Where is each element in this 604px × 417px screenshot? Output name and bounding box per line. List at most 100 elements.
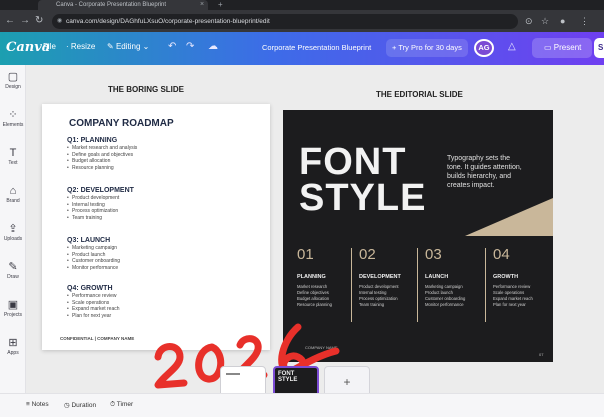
sidebar-item-projects[interactable]: ▣ Projects — [0, 299, 26, 319]
avatar[interactable]: AG — [474, 39, 494, 57]
star-icon[interactable]: ☆ — [541, 15, 549, 27]
editing-dropdown[interactable]: ✎ Editing ⌄ — [107, 42, 149, 51]
editorial-slide-label[interactable]: THE EDITORIAL SLIDE — [376, 90, 463, 99]
editor-bottombar: ≡ Notes ◷ Duration ⏱ Timer — [0, 393, 604, 417]
editing-label: Editing — [115, 42, 141, 51]
thumbnail-preview — [226, 373, 240, 391]
design-icon: ▢ — [7, 71, 19, 83]
resize-button[interactable]: · Resize — [66, 42, 95, 51]
address-bar[interactable]: ◉ canva.com/design/DAGhfuLXsuO/corporate… — [52, 14, 518, 29]
reload-icon[interactable]: ↻ — [35, 14, 43, 28]
sidebar-item-label: Text — [8, 160, 18, 166]
sidebar-item-design[interactable]: ▢ Design — [0, 71, 26, 91]
share-button[interactable]: S — [594, 38, 604, 58]
column-title: GROWTH — [493, 274, 519, 280]
roadmap-section-q1[interactable]: Q1: PLANNING Market research and analysi… — [67, 136, 257, 171]
draw-icon: ✎ — [8, 261, 18, 273]
undo-icon[interactable]: ↶ — [168, 41, 176, 52]
present-label: Present — [553, 43, 582, 52]
browser-toolbar: ← → ↻ ◉ canva.com/design/DAGhfuLXsuO/cor… — [0, 10, 604, 32]
list-item: Resource planning — [67, 165, 257, 172]
sidebar-item-text[interactable]: T Text — [0, 147, 26, 167]
cloud-saved-icon: ☁ — [208, 41, 218, 52]
duration-button[interactable]: ◷ Duration — [64, 401, 96, 409]
sidebar-item-label: Projects — [3, 312, 23, 318]
sidebar-item-label: Brand — [6, 198, 20, 204]
timer-label: Timer — [116, 401, 134, 408]
present-button[interactable]: ▭ Present — [532, 38, 592, 58]
new-tab-icon[interactable]: + — [218, 0, 223, 10]
thumbnail-title-line2: STYLE — [278, 377, 298, 383]
editorial-title-line1[interactable]: FONT — [299, 143, 406, 181]
sidebar-item-draw[interactable]: ✎ Draw — [0, 261, 26, 281]
sidebar-item-uploads[interactable]: ⇪ Uploads — [0, 223, 26, 243]
editorial-slide[interactable]: FONT STYLE Typography sets the tone. It … — [283, 110, 553, 362]
column-divider — [417, 248, 418, 322]
list-item: Team training — [67, 215, 257, 222]
sidebar-item-label: Design — [5, 84, 21, 90]
chevron-down-icon: ⌄ — [142, 42, 150, 51]
editorial-description[interactable]: Typography sets the tone. It guides atte… — [447, 154, 525, 190]
boring-slide[interactable]: COMPANY ROADMAP Q1: PLANNING Market rese… — [42, 104, 270, 350]
url-text: canva.com/design/DAGhfuLXsuO/corporate-p… — [66, 18, 270, 25]
sidebar-item-label: Draw — [7, 274, 19, 280]
list-item: Team training — [359, 302, 385, 307]
sidebar-item-label: Elements — [2, 122, 24, 128]
editorial-slide-footer: COMPANY NAME — [305, 345, 338, 350]
document-title[interactable]: Corporate Presentation Blueprint — [262, 43, 371, 52]
column-number: 04 — [493, 246, 510, 263]
lock-icon: ◉ — [57, 18, 63, 24]
try-pro-button[interactable]: + Try Pro for 30 days — [386, 39, 468, 57]
editorial-title-line2[interactable]: STYLE — [299, 179, 426, 217]
browser-tab[interactable]: Canva - Corporate Presentation Blueprint — [38, 0, 208, 10]
close-tab-icon[interactable]: × — [200, 0, 204, 10]
editorial-column-2[interactable]: 02 DEVELOPMENT Product development Inter… — [359, 246, 417, 308]
sidebar-item-label: Apps — [7, 350, 19, 356]
notifications-icon[interactable]: △ — [508, 41, 516, 52]
boring-slide-label[interactable]: THE BORING SLIDE — [108, 85, 184, 94]
column-title: LAUNCH — [425, 274, 449, 280]
uploads-icon: ⇪ — [8, 223, 18, 235]
page-number: 07 — [539, 352, 544, 357]
column-divider — [485, 248, 486, 322]
editorial-column-3[interactable]: 03 LAUNCH Marketing campaign Product lau… — [425, 246, 483, 308]
editorial-column-1[interactable]: 01 PLANNING Market research Define objec… — [297, 246, 355, 308]
editorial-column-4[interactable]: 04 GROWTH Performance review Scale opera… — [493, 246, 551, 308]
left-sidebar: ▢ Design ⁘ Elements T Text ⌂ Brand ⇪ Uploads … — [0, 65, 26, 417]
menu-icon[interactable]: ⋮ — [580, 15, 589, 27]
forward-arrow-icon[interactable]: → — [20, 14, 30, 28]
section-heading: Q2: DEVELOPMENT — [67, 187, 134, 194]
column-number: 01 — [297, 246, 314, 263]
column-title: PLANNING — [297, 274, 326, 280]
back-arrow-icon[interactable]: ← — [5, 14, 15, 28]
sidebar-item-apps[interactable]: ⊞ Apps — [0, 337, 26, 357]
column-number: 02 — [359, 246, 376, 263]
redo-icon[interactable]: ↷ — [186, 41, 194, 52]
profile-icon[interactable]: ● — [560, 15, 565, 27]
brand-icon: ⌂ — [9, 185, 17, 197]
duration-label: Duration — [71, 402, 97, 409]
boring-slide-title[interactable]: COMPANY ROADMAP — [69, 118, 174, 129]
share-icon[interactable]: ⊙ — [525, 15, 533, 27]
editor-topbar: Canva File · Resize ✎ Editing ⌄ ↶ ↷ ☁ Co… — [0, 32, 604, 65]
elements-icon: ⁘ — [8, 109, 18, 121]
section-heading: Q3: LAUNCH — [67, 237, 111, 244]
pencil-icon: ✎ — [107, 42, 114, 51]
boring-slide-footer: CONFIDENTIAL | COMPANY NAME — [60, 336, 135, 341]
thumbnail-preview: FONT STYLE — [278, 371, 297, 383]
sidebar-item-elements[interactable]: ⁘ Elements — [0, 109, 26, 129]
text-icon: T — [9, 147, 17, 159]
timer-button[interactable]: ⏱ Timer — [110, 401, 133, 409]
notes-icon: ≡ — [26, 401, 30, 408]
present-icon: ▭ — [544, 43, 552, 52]
roadmap-section-q2[interactable]: Q2: DEVELOPMENT Product development Inte… — [67, 186, 257, 221]
tab-title: Canva - Corporate Presentation Blueprint — [56, 2, 167, 8]
notes-button[interactable]: ≡ Notes — [26, 401, 49, 408]
apps-icon: ⊞ — [8, 337, 18, 349]
roadmap-section-q3[interactable]: Q3: LAUNCH Marketing campaign Product la… — [67, 236, 257, 271]
sidebar-item-brand[interactable]: ⌂ Brand — [0, 185, 26, 205]
file-menu[interactable]: File — [43, 42, 56, 51]
list-item: Plan for next year — [67, 313, 257, 320]
sidebar-item-label: Uploads — [3, 236, 23, 242]
roadmap-section-q4[interactable]: Q4: GROWTH Performance review Scale oper… — [67, 284, 257, 319]
